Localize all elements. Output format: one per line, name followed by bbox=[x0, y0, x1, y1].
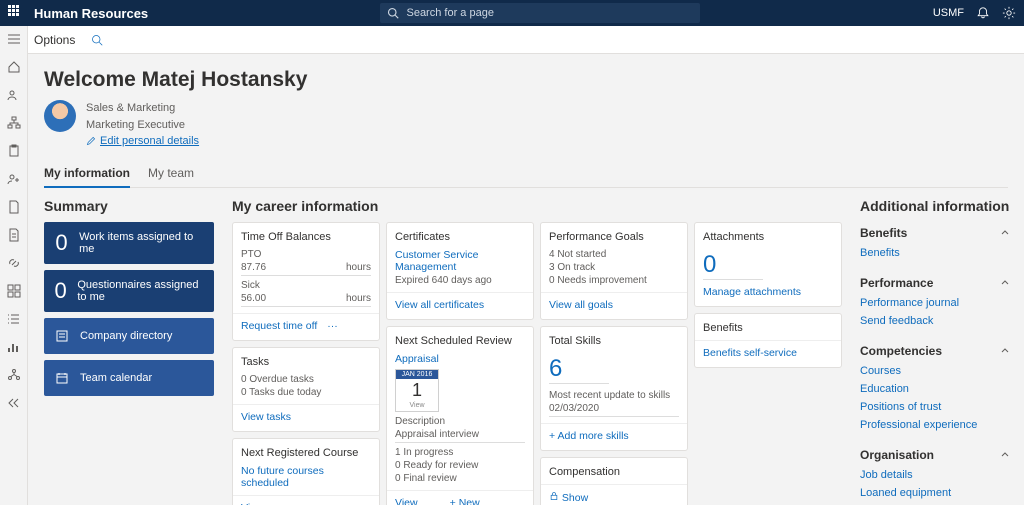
view-tasks-link[interactable]: View tasks bbox=[241, 411, 291, 423]
card-time-off: Time Off Balances PTO 87.76hours Sick 56… bbox=[232, 222, 380, 341]
rail-person-plus-icon[interactable] bbox=[7, 172, 21, 186]
card-skills: Total Skills 6 Most recent update to ski… bbox=[540, 326, 688, 451]
action-bar: Options bbox=[0, 26, 1024, 54]
view-all-certificates-link[interactable]: View all certificates bbox=[395, 299, 484, 311]
waffle-icon[interactable] bbox=[8, 5, 24, 21]
card-certificates: Certificates Customer Service Management… bbox=[386, 222, 534, 320]
actionbar-search-icon[interactable] bbox=[91, 34, 103, 46]
rail-hamburger-icon[interactable] bbox=[7, 32, 21, 46]
pencil-icon bbox=[86, 136, 96, 146]
bell-icon[interactable] bbox=[976, 6, 990, 20]
card-benefits: Benefits Benefits self-service bbox=[694, 313, 842, 368]
benefits-self-service-link[interactable]: Benefits self-service bbox=[703, 347, 797, 359]
comp-show-link[interactable]: Show bbox=[549, 491, 588, 504]
side-link-professional-experience[interactable]: Professional experience bbox=[860, 416, 1010, 434]
new-review-button[interactable]: + New review ⌄ bbox=[450, 497, 505, 505]
main-content: Welcome Matej Hostansky Sales & Marketin… bbox=[28, 54, 1024, 505]
company-code[interactable]: USMF bbox=[933, 7, 964, 19]
side-link-benefits[interactable]: Benefits bbox=[860, 244, 1010, 262]
view-all-goals-link[interactable]: View all goals bbox=[549, 299, 613, 311]
options-button[interactable]: Options bbox=[34, 33, 75, 47]
additional-info-title: Additional information bbox=[860, 198, 1010, 214]
side-section-performance[interactable]: Performance bbox=[860, 272, 1010, 294]
rail-org-icon[interactable] bbox=[7, 116, 21, 130]
side-link-education[interactable]: Education bbox=[860, 380, 1010, 398]
lock-icon bbox=[549, 491, 559, 501]
side-link-loaned-equipment[interactable]: Loaned equipment bbox=[860, 484, 1010, 502]
rail-doc2-icon[interactable] bbox=[7, 228, 21, 242]
avatar bbox=[44, 100, 76, 132]
page-title: Welcome Matej Hostansky bbox=[44, 68, 1008, 92]
side-link-positions-of-trust[interactable]: Positions of trust bbox=[860, 398, 1010, 416]
tile-company-directory[interactable]: Company directory bbox=[44, 318, 214, 354]
rail-home-icon[interactable] bbox=[7, 60, 21, 74]
card-tasks: Tasks 0 Overdue tasks 0 Tasks due today … bbox=[232, 347, 380, 432]
side-link-performance-journal[interactable]: Performance journal bbox=[860, 294, 1010, 312]
tab-my-information[interactable]: My information bbox=[44, 162, 130, 188]
rail-link-icon[interactable] bbox=[7, 256, 21, 270]
tile-work-items[interactable]: 0 Work items assigned to me bbox=[44, 222, 214, 264]
tile-team-calendar[interactable]: Team calendar bbox=[44, 360, 214, 396]
rail-people-icon[interactable] bbox=[7, 88, 21, 102]
card-attachments: Attachments 0 Manage attachments bbox=[694, 222, 842, 307]
card-next-course: Next Registered Course No future courses… bbox=[232, 438, 380, 505]
role: Marketing Executive bbox=[86, 117, 199, 134]
directory-icon bbox=[54, 328, 70, 344]
rail-list-icon[interactable] bbox=[7, 312, 21, 326]
side-link-courses[interactable]: Courses bbox=[860, 362, 1010, 380]
edit-personal-details-link[interactable]: Edit personal details bbox=[86, 133, 199, 150]
request-time-off-link[interactable]: Request time off bbox=[241, 320, 317, 332]
rail-tree-icon[interactable] bbox=[7, 368, 21, 382]
card-next-review: Next Scheduled Review Appraisal JAN 2016… bbox=[386, 326, 534, 505]
review-type[interactable]: Appraisal bbox=[395, 353, 525, 365]
course-msg: No future courses scheduled bbox=[241, 465, 371, 489]
profile-tabs: My information My team bbox=[44, 162, 1008, 188]
app-title: Human Resources bbox=[34, 6, 148, 21]
search-icon bbox=[387, 7, 399, 19]
department: Sales & Marketing bbox=[86, 100, 199, 117]
side-link-send-feedback[interactable]: Send feedback bbox=[860, 312, 1010, 330]
view-reviews-link[interactable]: View reviews bbox=[395, 497, 440, 505]
rail-doc-icon[interactable] bbox=[7, 200, 21, 214]
career-title: My career information bbox=[232, 198, 842, 214]
card-compensation: Compensation Show bbox=[540, 457, 688, 505]
side-section-benefits[interactable]: Benefits bbox=[860, 222, 1010, 244]
rail-grid-icon[interactable] bbox=[7, 284, 21, 298]
side-section-organisation[interactable]: Organisation bbox=[860, 444, 1010, 466]
rail-chart-icon[interactable] bbox=[7, 340, 21, 354]
search-input[interactable] bbox=[380, 3, 700, 23]
time-off-more[interactable]: ··· bbox=[327, 320, 338, 332]
tab-my-team[interactable]: My team bbox=[148, 162, 194, 187]
summary-title: Summary bbox=[44, 198, 214, 214]
global-search bbox=[380, 3, 700, 23]
left-rail bbox=[0, 26, 28, 505]
top-bar: Human Resources USMF bbox=[0, 0, 1024, 26]
rail-clipboard-icon[interactable] bbox=[7, 144, 21, 158]
side-link-job-details[interactable]: Job details bbox=[860, 466, 1010, 484]
tile-questionnaires[interactable]: 0 Questionnaires assigned to me bbox=[44, 270, 214, 312]
calendar-icon bbox=[54, 370, 70, 386]
review-calendar: JAN 2016 1 View bbox=[395, 369, 439, 412]
card-goals: Performance Goals 4 Not started 3 On tra… bbox=[540, 222, 688, 320]
manage-attachments-link[interactable]: Manage attachments bbox=[703, 286, 801, 298]
side-section-competencies[interactable]: Competencies bbox=[860, 340, 1010, 362]
rail-expand-icon[interactable] bbox=[7, 396, 21, 410]
gear-icon[interactable] bbox=[1002, 6, 1016, 20]
cert-name[interactable]: Customer Service Management bbox=[395, 249, 525, 273]
add-more-skills-link[interactable]: + Add more skills bbox=[549, 430, 629, 442]
